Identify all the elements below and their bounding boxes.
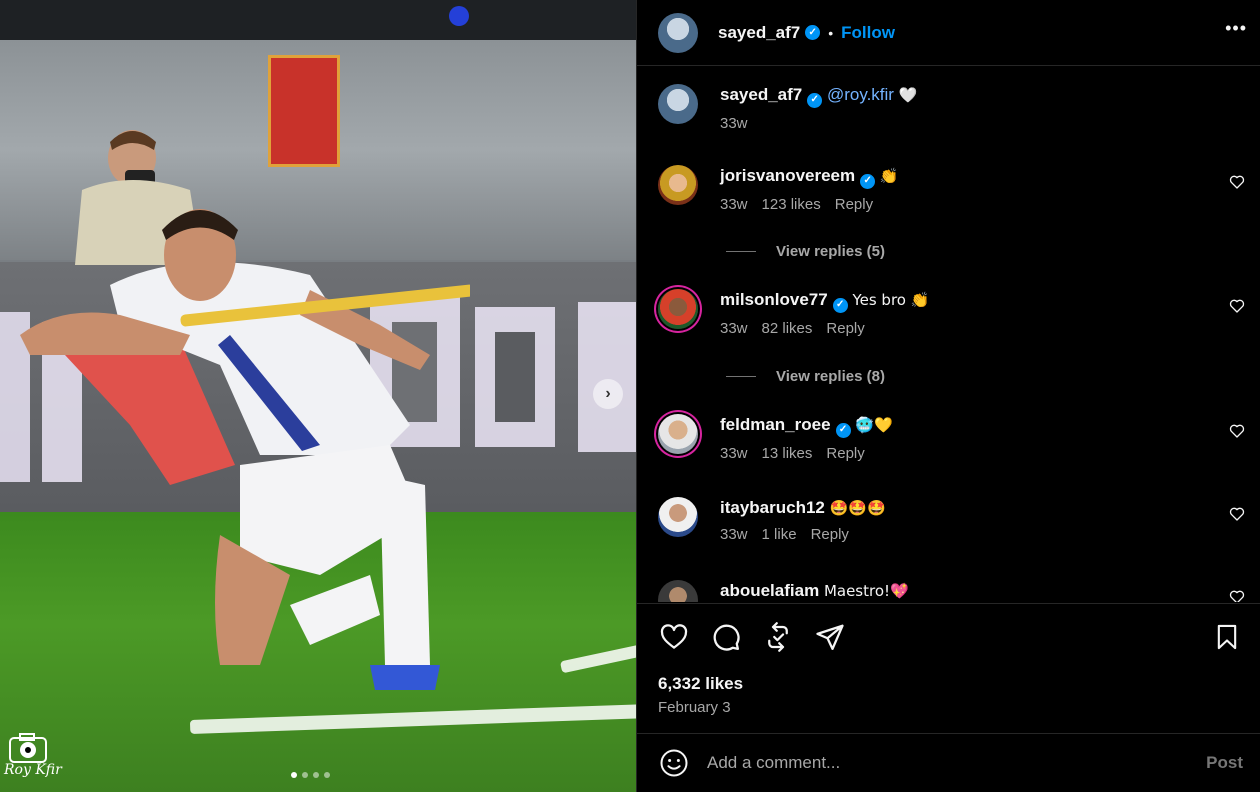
comment-item: itaybaruch12 🤩🤩🤩 33w 1 like Reply (658, 497, 1248, 557)
comment-likes[interactable]: 123 likes (762, 196, 821, 213)
carousel-dot (324, 772, 330, 778)
comment-username[interactable]: milsonlove77 (720, 290, 828, 309)
reply-button[interactable]: Reply (826, 320, 864, 337)
caption-mention[interactable]: @roy.kfir (827, 85, 894, 104)
view-replies-button[interactable]: View replies (8) (726, 368, 885, 385)
comment-likes[interactable]: 13 likes (762, 445, 813, 462)
like-comment-heart-icon[interactable] (1229, 298, 1245, 314)
replies-divider (726, 376, 756, 377)
post-side-panel: sayed_af7 ✓ • Follow ••• sayed_af7 ✓ @roy… (636, 0, 1260, 792)
comment-username[interactable]: jorisvanovereem (720, 166, 855, 185)
comment-bubble-icon[interactable] (710, 621, 742, 653)
comment-likes[interactable]: 1 like (762, 526, 797, 543)
header-separator: • (828, 24, 834, 41)
repost-icon[interactable] (762, 621, 794, 653)
reply-button[interactable]: Reply (811, 526, 849, 543)
like-comment-heart-icon[interactable] (1229, 423, 1245, 439)
comment-username[interactable]: itaybaruch12 (720, 498, 825, 517)
reply-button[interactable]: Reply (826, 445, 864, 462)
like-comment-heart-icon[interactable] (1229, 174, 1245, 190)
post-actions: 6,332 likes February 3 (637, 603, 1260, 733)
stadium-roof (0, 0, 636, 40)
save-bookmark-icon[interactable] (1211, 621, 1243, 653)
comment-item: milsonlove77 ✓ Yes bro 👏 33w 82 likes Rep… (658, 289, 1248, 349)
view-replies-label: View replies (8) (776, 368, 885, 385)
comments-list[interactable]: sayed_af7 ✓ @roy.kfir 🤍 33w jorisvanovere… (637, 67, 1260, 602)
comment-input[interactable] (707, 753, 1177, 773)
verified-badge-icon: ✓ (860, 173, 876, 189)
comment-text: 🥶💛 (855, 416, 893, 434)
caption-username[interactable]: sayed_af7 (720, 85, 802, 104)
caption: sayed_af7 ✓ @roy.kfir 🤍 33w (658, 84, 1248, 144)
follow-button[interactable]: Follow (841, 23, 895, 43)
likes-count[interactable]: 6,332 likes (658, 674, 743, 694)
comment-text: 👏 (879, 167, 899, 185)
carousel-indicator (291, 772, 330, 778)
reply-button[interactable]: Reply (835, 196, 873, 213)
watermark-text: Roy Kfir (4, 762, 62, 778)
author-username[interactable]: sayed_af7 (718, 23, 800, 43)
commenter-avatar[interactable] (658, 165, 698, 205)
verified-badge-icon: ✓ (835, 422, 851, 438)
player-figure (20, 209, 470, 690)
like-comment-heart-icon[interactable] (1229, 506, 1245, 522)
next-image-button[interactable]: › (593, 379, 623, 409)
author-avatar[interactable] (658, 84, 698, 124)
emoji-picker-icon[interactable] (658, 747, 690, 779)
comment-time: 33w (720, 195, 748, 213)
comment-item: feldman_roee ✓ 🥶💛 33w 13 likes Reply (658, 414, 1248, 474)
carousel-dot (313, 772, 319, 778)
verified-badge-icon: ✓ (832, 297, 848, 313)
stadium-light (449, 6, 469, 26)
club-banner (268, 55, 340, 167)
carousel-dot (291, 772, 297, 778)
post-comment-button[interactable]: Post (1206, 753, 1243, 773)
verified-badge-icon: ✓ (805, 25, 821, 40)
carousel-dot (302, 772, 308, 778)
comment-time: 33w (720, 444, 748, 462)
comment-text: Yes bro 👏 (852, 291, 930, 309)
post-image[interactable]: › Roy Kfir (0, 0, 636, 792)
verified-badge-icon: ✓ (807, 92, 823, 108)
commenter-avatar[interactable] (658, 580, 698, 602)
commenter-avatar[interactable] (658, 497, 698, 537)
view-replies-label: View replies (5) (776, 243, 885, 260)
view-replies-button[interactable]: View replies (5) (726, 243, 885, 260)
caption-time: 33w (720, 114, 748, 132)
like-heart-icon[interactable] (658, 621, 690, 653)
camera-logo-icon (9, 733, 47, 763)
commenter-avatar[interactable] (658, 289, 698, 329)
photographer-watermark: Roy Kfir (4, 732, 64, 790)
comment-text: Maestro!💖 (823, 582, 909, 600)
replies-divider (726, 251, 756, 252)
commenter-avatar[interactable] (658, 414, 698, 454)
caption-emoji: 🤍 (898, 86, 918, 104)
comment-composer: Post (637, 733, 1260, 792)
post-header: sayed_af7 ✓ • Follow ••• (637, 0, 1260, 66)
share-paper-plane-icon[interactable] (814, 621, 846, 653)
comment-time: 33w (720, 319, 748, 337)
author-avatar[interactable] (658, 12, 698, 53)
comment-time: 33w (720, 526, 748, 543)
like-comment-heart-icon[interactable] (1229, 589, 1245, 602)
comment-item: abouelafiam Maestro!💖 (658, 580, 1248, 602)
comment-item: jorisvanovereem ✓ 👏 33w 123 likes Reply (658, 165, 1248, 225)
more-options-icon[interactable]: ••• (1225, 18, 1247, 39)
comment-text: 🤩🤩🤩 (829, 499, 886, 517)
comment-username[interactable]: feldman_roee (720, 415, 831, 434)
comment-likes[interactable]: 82 likes (762, 320, 813, 337)
comment-username[interactable]: abouelafiam (720, 581, 819, 600)
post-date: February 3 (658, 699, 731, 716)
